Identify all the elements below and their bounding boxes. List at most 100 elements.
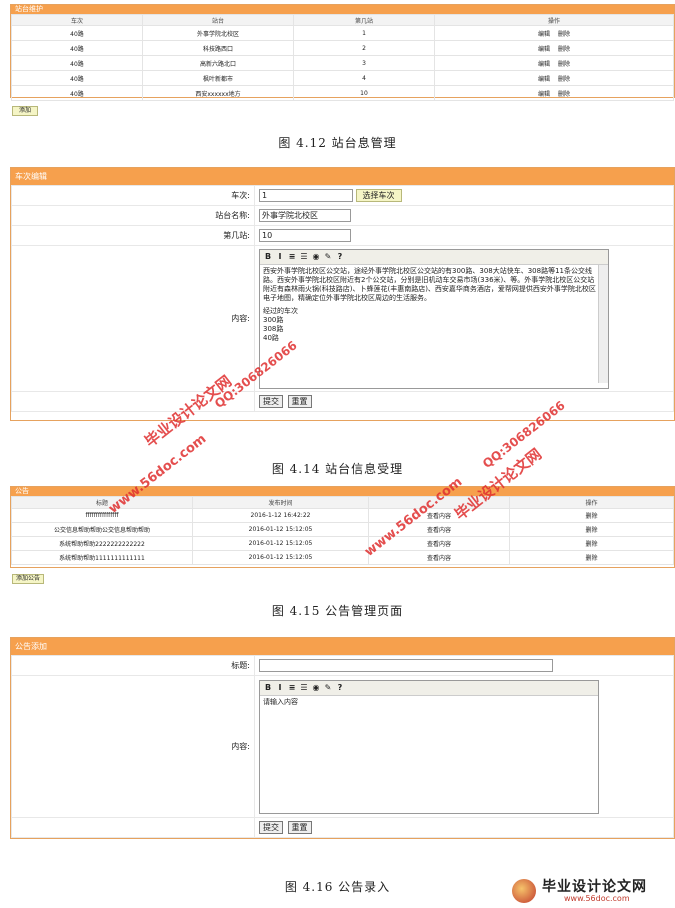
delete-link[interactable]: 删除	[509, 508, 674, 523]
edit-link[interactable]: 编辑	[538, 31, 550, 38]
delete-link[interactable]: 删除	[558, 91, 570, 98]
delete-link[interactable]: 删除	[558, 46, 570, 53]
view-content-link[interactable]: 查看内容	[368, 508, 510, 523]
table-cell: 系统帮助帮助1111111111111	[11, 550, 193, 565]
editor-line: 经过的车次	[263, 306, 298, 315]
editor-tool-icon[interactable]: ☰	[299, 683, 309, 692]
table-cell: 4	[293, 70, 435, 86]
station-add-button[interactable]: 添加	[12, 106, 39, 116]
notice-title-label: 标题:	[11, 655, 255, 676]
notice-panel-title: 公告	[11, 487, 674, 496]
table-cell: 外事学院北校区	[142, 25, 294, 41]
editor-tool-icon[interactable]: ◉	[311, 252, 321, 261]
table-row: 40路 外事学院北校区 1 编辑 删除	[11, 25, 674, 41]
table-cell: 40路	[11, 70, 143, 86]
editor-tool-icon[interactable]: ?	[335, 683, 345, 692]
table-cell: 40路	[11, 25, 143, 41]
table-cell: 西安xxxxxx地方	[142, 85, 294, 101]
bus-label: 车次:	[11, 185, 255, 206]
station-panel-title: 站台维护	[11, 5, 674, 14]
editor-tool-icon[interactable]: ✎	[323, 683, 333, 692]
editor-tool-icon[interactable]: I	[275, 252, 285, 261]
bus-edit-form: 车次: 1 选择车次 站台名称: 外事学院北校区 第几站: 10 内容: B I ≡…	[11, 185, 674, 412]
table-cell: 3	[293, 55, 435, 71]
col-order: 第几站	[293, 14, 435, 26]
bus-input[interactable]: 1	[259, 189, 353, 202]
edit-link[interactable]: 编辑	[538, 46, 550, 53]
delete-link[interactable]: 删除	[558, 76, 570, 83]
col-notice-time: 发布时间	[192, 496, 369, 509]
notice-content-label: 内容:	[11, 675, 255, 818]
table-row: 40路 高新六路北口 3 编辑 删除	[11, 55, 674, 71]
editor-body[interactable]: 西安外事学院北校区公交站，途经外事学院北校区公交站的有300路、308大站快车、…	[260, 264, 608, 387]
col-ops: 操作	[434, 14, 674, 26]
col-bus: 车次	[11, 14, 143, 26]
station-panel: 站台维护 车次 站台 第几站 操作 40路 外事学院北校区 1 编辑 删除 40路 科技路西…	[10, 4, 675, 101]
editor-tool-icon[interactable]: ≡	[287, 252, 297, 261]
table-cell: 2016-01-12 15:12:05	[192, 522, 369, 537]
table-cell: 40路	[11, 55, 143, 71]
edit-link[interactable]: 编辑	[538, 76, 550, 83]
bus-reset-button[interactable]: 重置	[287, 395, 312, 408]
table-cell: 1	[293, 25, 435, 41]
table-cell: 40路	[11, 40, 143, 56]
station-name-input[interactable]: 外事学院北校区	[259, 209, 351, 222]
notice-submit-button[interactable]: 提交	[259, 821, 283, 834]
editor-tool-icon[interactable]: ?	[335, 252, 345, 261]
editor-line: 40路	[263, 333, 279, 342]
editor-tool-icon[interactable]: B	[263, 252, 273, 261]
editor-tool-icon[interactable]: I	[275, 683, 285, 692]
editor-tool-icon[interactable]: ◉	[311, 683, 321, 692]
row-actions: 编辑 删除	[434, 70, 674, 86]
caption-2: 图 4.14 站台信息受理	[271, 462, 404, 476]
editor-tool-icon[interactable]: ☰	[299, 252, 309, 261]
editor-tool-icon[interactable]: B	[263, 683, 273, 692]
table-cell: 2	[293, 40, 435, 56]
table-row: 40路 枫叶新都市 4 编辑 删除	[11, 70, 674, 86]
delete-link[interactable]: 删除	[558, 61, 570, 68]
table-row: 40路 科技路西口 2 编辑 删除	[11, 40, 674, 56]
notice-title-input[interactable]	[259, 659, 553, 672]
delete-link[interactable]: 删除	[509, 522, 674, 537]
delete-link[interactable]: 删除	[558, 31, 570, 38]
row-actions: 编辑 删除	[434, 55, 674, 71]
table-cell: 高新六路北口	[142, 55, 294, 71]
select-bus-button[interactable]: 选择车次	[355, 189, 402, 202]
notice-add-button[interactable]: 添加公告	[12, 574, 45, 584]
view-content-link[interactable]: 查看内容	[368, 550, 510, 565]
delete-link[interactable]: 删除	[509, 550, 674, 565]
edit-link[interactable]: 编辑	[538, 61, 550, 68]
col-notice-ops: 操作	[509, 496, 674, 509]
notice-content-editor[interactable]: B I ≡ ☰ ◉ ✎? 请输入内容	[259, 679, 599, 814]
logo-text: 毕业设计论文网	[542, 879, 647, 895]
order-label: 第几站:	[11, 225, 255, 246]
table-cell: 2016-01-12 15:12:05	[192, 550, 369, 565]
editor-content-text: 西安外事学院北校区公交站，途经外事学院北校区公交站的有300路、308大站快车、…	[263, 266, 596, 302]
editor-tool-icon[interactable]: ≡	[287, 683, 297, 692]
content-editor[interactable]: B I ≡ ☰ ◉ ✎? 西安外事学院北校区公交站，途经外事学院北校区公交站的有300路、…	[259, 248, 609, 389]
edit-link[interactable]: 编辑	[538, 91, 550, 98]
table-cell: 枫叶新都市	[142, 70, 294, 86]
order-input[interactable]: 10	[259, 229, 351, 242]
delete-link[interactable]: 删除	[509, 536, 674, 551]
row-actions: 编辑 删除	[434, 40, 674, 56]
notice-add-label: 添加公告	[16, 575, 41, 582]
notice-reset-button[interactable]: 重置	[287, 821, 312, 834]
editor-scrollbar[interactable]	[598, 264, 608, 383]
station-name-label: 站台名称:	[11, 205, 255, 226]
table-cell: 10	[293, 85, 435, 101]
table-row: 系统帮助帮助2222222222222 2016-01-12 15:12:05 查看…	[11, 536, 674, 551]
notice-editor-toolbar: B I ≡ ☰ ◉ ✎?	[260, 680, 598, 696]
notice-panel: 公告 标题 发布时间 操作 ffffffffffffffff 2016-1-12 …	[10, 486, 675, 568]
editor-tool-icon[interactable]: ✎	[323, 252, 333, 261]
bus-submit-button[interactable]: 提交	[259, 395, 283, 408]
row-actions: 编辑 删除	[434, 25, 674, 41]
notice-add-title: 公告添加	[11, 638, 674, 655]
col-notice-title: 标题	[11, 496, 193, 509]
table-row: 40路 西安xxxxxx地方 10 编辑 删除	[11, 85, 674, 101]
table-cell: 系统帮助帮助2222222222222	[11, 536, 193, 551]
table-cell: 2016-1-12 16:42:22	[192, 508, 369, 523]
table-cell: ffffffffffffffff	[11, 508, 193, 523]
table-row: 系统帮助帮助1111111111111 2016-01-12 15:12:05 查看…	[11, 550, 674, 565]
notice-editor-body[interactable]: 请输入内容	[260, 696, 598, 810]
